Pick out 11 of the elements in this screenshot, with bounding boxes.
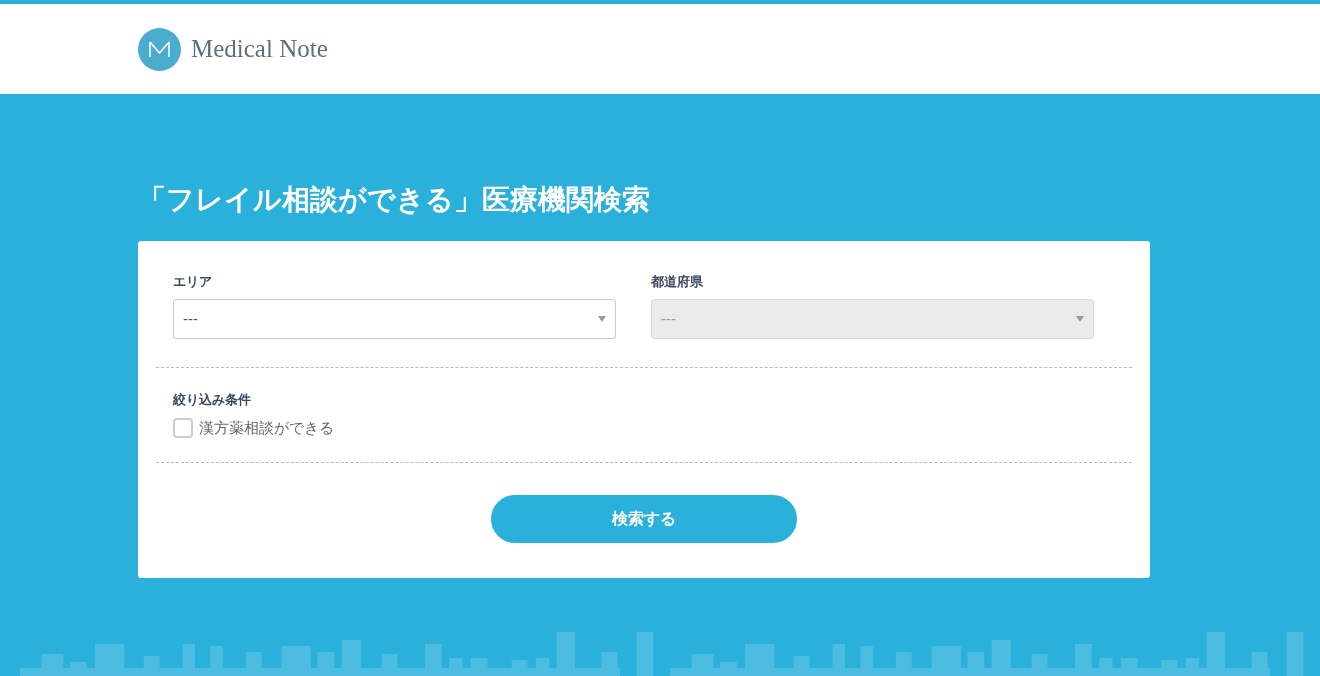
logo-text[interactable]: Medical Note (191, 30, 328, 68)
select-field[interactable]: --- (173, 299, 616, 339)
field-label: 都道府県 (651, 274, 704, 290)
dropdown-caret-icon (598, 316, 606, 322)
checkbox[interactable] (173, 418, 193, 439)
page-title: 「フレイル相談ができる」医療機関検索 (138, 182, 651, 218)
field-label: エリア (173, 274, 213, 290)
checkbox-label[interactable]: 漢方薬相談ができる (199, 417, 334, 440)
dropdown-caret-icon (1076, 316, 1084, 322)
filter-heading: 絞り込み条件 (173, 392, 252, 408)
logo-icon (138, 27, 181, 71)
